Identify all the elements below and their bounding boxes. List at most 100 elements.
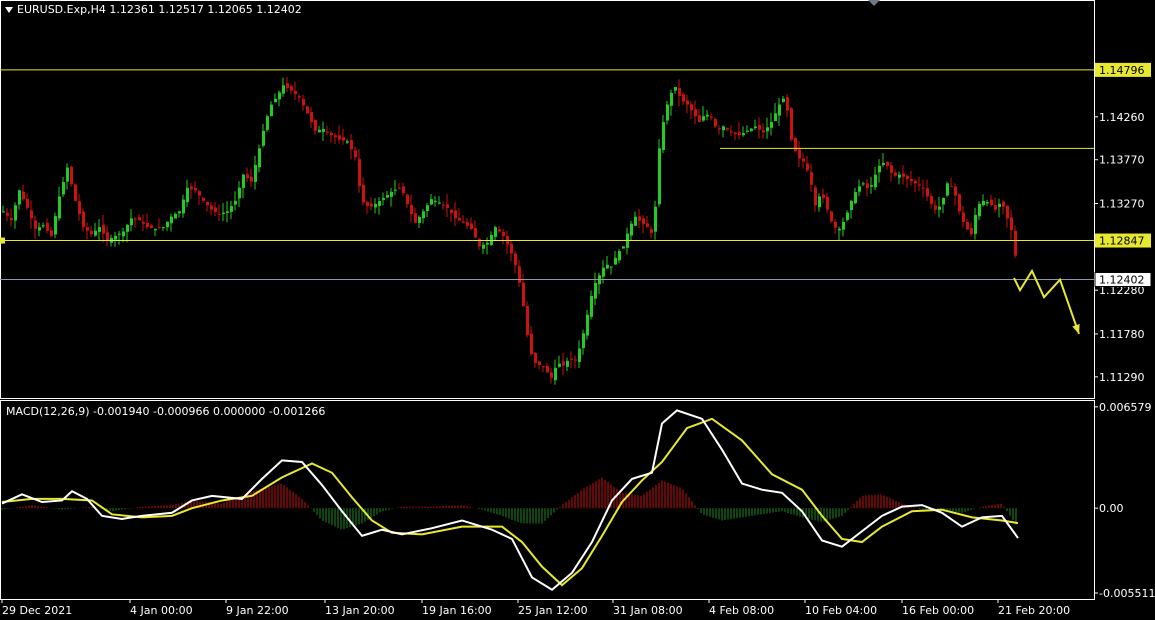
candle-body: [582, 333, 585, 349]
macd-tick-label: -0.005511: [1099, 587, 1155, 600]
price-and-macd-chart[interactable]: 1.142601.137701.132701.122801.117801.112…: [0, 0, 1155, 620]
candle-body: [686, 100, 689, 105]
candle-body: [62, 182, 65, 195]
candle-body: [698, 115, 701, 123]
candle-body: [670, 92, 673, 106]
price-tick-label: 1.13770: [1099, 154, 1145, 167]
candle-body: [166, 221, 169, 228]
candle-body: [650, 229, 653, 233]
candle-body: [142, 221, 145, 224]
candle-body: [158, 227, 161, 229]
candle-body: [14, 205, 17, 221]
candle-body: [406, 194, 409, 205]
candle-body: [438, 202, 441, 204]
time-tick-label: 29 Dec 2021: [2, 604, 72, 617]
candle-body: [590, 296, 593, 317]
time-tick-label: 31 Jan 08:00: [613, 604, 683, 617]
candle-body: [22, 191, 25, 200]
candle-body: [654, 206, 657, 232]
candle-body: [394, 189, 397, 191]
candle-body: [202, 197, 205, 201]
candle-body: [562, 361, 565, 366]
candle-body: [138, 217, 141, 221]
candle-body: [354, 150, 357, 158]
candle-body: [678, 88, 681, 96]
candle-body: [902, 173, 905, 177]
candle-body: [846, 212, 849, 220]
candle-body: [550, 372, 553, 378]
candle-body: [74, 184, 77, 201]
level-price-label: 1.14796: [1099, 64, 1145, 77]
candle-body: [82, 211, 85, 228]
candle-body: [866, 183, 869, 189]
candle-body: [430, 199, 433, 205]
candle-body: [790, 108, 793, 140]
candle-body: [710, 116, 713, 118]
candle-body: [1010, 217, 1013, 231]
candle-body: [498, 229, 501, 232]
candle-body: [966, 221, 969, 230]
projection-arrow-path[interactable]: [1013, 268, 1080, 335]
candle-body: [510, 243, 513, 254]
candle-body: [610, 266, 613, 268]
candle-body: [274, 98, 277, 103]
candle-body: [830, 211, 833, 222]
chart-shift-marker-icon[interactable]: [868, 0, 880, 6]
candle-body: [474, 227, 477, 238]
candle-body: [666, 104, 669, 121]
candle-body: [310, 112, 313, 123]
candle-body: [10, 217, 13, 221]
candle-body: [38, 227, 41, 231]
macd-panel-border: [0, 400, 1095, 600]
mt4-chart-window[interactable]: EURUSD.Exp,H4 1.12361 1.12517 1.12065 1.…: [0, 0, 1155, 620]
candle-body: [446, 204, 449, 208]
candle-body: [174, 214, 177, 219]
candle-body: [118, 233, 121, 235]
candle-body: [426, 205, 429, 212]
candle-body: [806, 163, 809, 171]
time-tick-label: 4 Jan 00:00: [130, 604, 193, 617]
candle-body: [762, 130, 765, 133]
candle-body: [614, 257, 617, 265]
candle-body: [594, 282, 597, 299]
candle-body: [514, 253, 517, 266]
candle-body: [782, 98, 785, 103]
candle-body: [702, 116, 705, 121]
candle-body: [398, 187, 401, 189]
candle-body: [170, 216, 173, 224]
candle-body: [798, 149, 801, 159]
candle-body: [534, 352, 537, 363]
candle-body: [2, 211, 5, 213]
candle-body: [990, 199, 993, 205]
candle-body: [190, 186, 193, 190]
candle-body: [210, 205, 213, 210]
candle-body: [530, 333, 533, 355]
candle-body: [1014, 230, 1017, 256]
candle-body: [894, 172, 897, 176]
candle-body: [838, 228, 841, 231]
candle-body: [326, 131, 329, 133]
candle-body: [638, 216, 641, 221]
candle-body: [714, 119, 717, 127]
candle-body: [942, 197, 945, 205]
candle-body: [930, 195, 933, 204]
candle-body: [418, 217, 421, 223]
candle-body: [6, 212, 9, 216]
candle-body: [814, 187, 817, 206]
candle-body: [86, 227, 89, 231]
candle-body: [462, 221, 465, 223]
candle-body: [334, 135, 337, 138]
candle-body: [238, 187, 241, 199]
candle-body: [290, 86, 293, 91]
candle-body: [126, 224, 129, 232]
candle-body: [98, 227, 101, 232]
candle-body: [346, 141, 349, 143]
candle-body: [578, 348, 581, 362]
candle-body: [554, 367, 557, 381]
candle-body: [350, 140, 353, 150]
candle-body: [382, 198, 385, 200]
candle-body: [222, 212, 225, 215]
candle-body: [862, 183, 865, 185]
candle-body: [182, 199, 185, 214]
candle-body: [938, 206, 941, 210]
